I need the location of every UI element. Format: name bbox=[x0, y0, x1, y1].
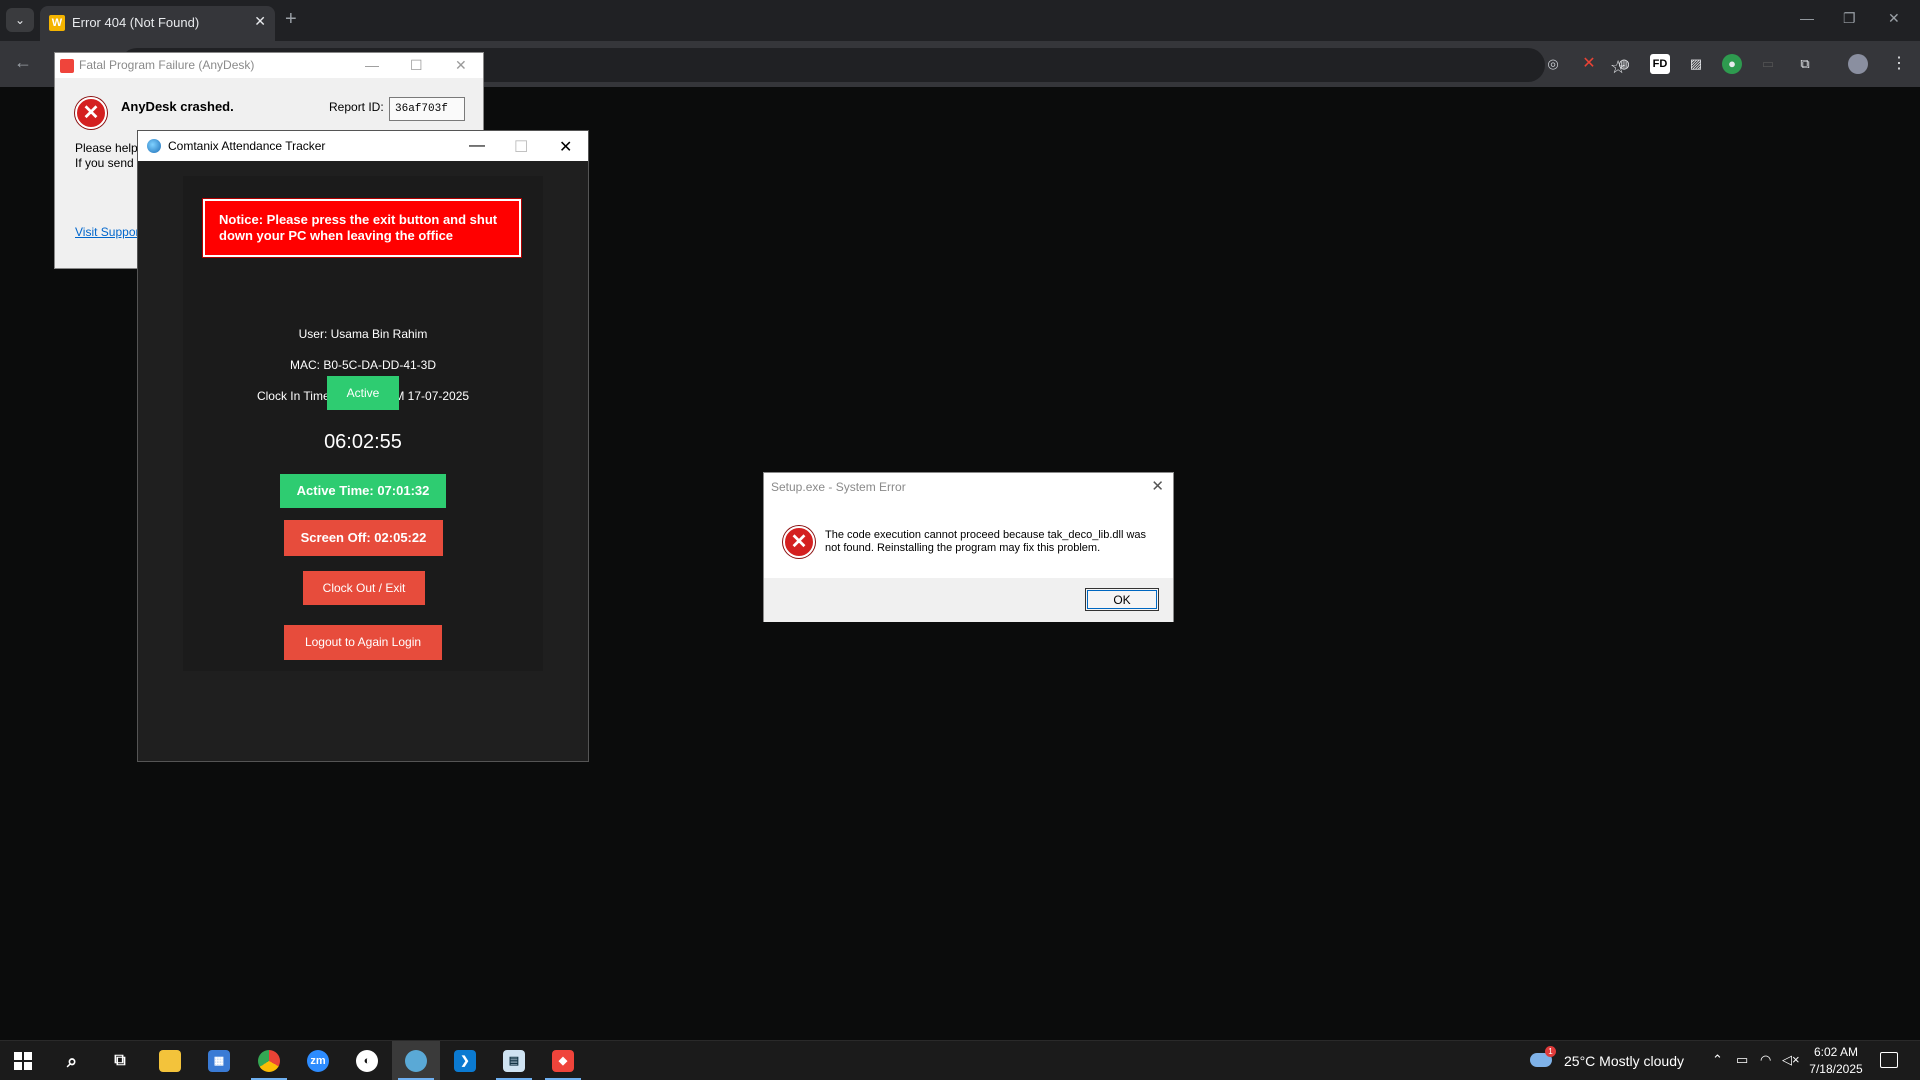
taskbar-time[interactable]: 6:02 AM bbox=[1806, 1045, 1866, 1059]
tab-title: Error 404 (Not Found) bbox=[72, 15, 200, 30]
x-extension-icon[interactable]: ✕ bbox=[1579, 54, 1599, 74]
anydesk-help-text: Please help bbox=[75, 141, 138, 155]
profile-avatar[interactable] bbox=[1848, 54, 1868, 74]
system-error-footer: OK bbox=[764, 578, 1173, 622]
browser-tabstrip: ⌄ W Error 404 (Not Found) ✕ + — ❐ ✕ bbox=[0, 0, 1920, 41]
status-badge: Active bbox=[327, 376, 399, 410]
error-icon: ✕ bbox=[783, 526, 815, 558]
system-error-dialog: Setup.exe - System Error ✕ ✕ The code ex… bbox=[763, 472, 1174, 622]
anydesk-crash-heading: AnyDesk crashed. bbox=[121, 99, 234, 114]
user-label: User: Usama Bin Rahim bbox=[298, 327, 428, 341]
leaf-app-icon: ◐ bbox=[356, 1050, 378, 1072]
attendance-tracker-window: Comtanix Attendance Tracker — ☐ ✕ Notice… bbox=[137, 130, 589, 762]
start-button[interactable] bbox=[0, 1041, 48, 1080]
report-id-field[interactable]: 36af703f bbox=[389, 97, 465, 121]
tracker-panel: Notice: Please press the exit button and… bbox=[183, 176, 543, 671]
screen-off-badge: Screen Off: 02:05:22 bbox=[284, 520, 443, 556]
notification-center-icon[interactable] bbox=[1880, 1052, 1898, 1068]
restore-icon[interactable]: ❐ bbox=[1843, 10, 1856, 27]
system-error-title: Setup.exe - System Error bbox=[771, 480, 906, 494]
wifi-icon[interactable]: ◠ bbox=[1760, 1052, 1771, 1068]
error-icon: ✕ bbox=[75, 97, 107, 129]
notice-banner: Notice: Please press the exit button and… bbox=[202, 198, 522, 258]
cast-extension-icon[interactable]: ▭ bbox=[1758, 54, 1778, 74]
image-extension-icon[interactable]: ▨ bbox=[1686, 54, 1706, 74]
globe-extension-icon[interactable]: ◍ bbox=[1614, 54, 1634, 74]
tracker-close-icon[interactable]: ✕ bbox=[559, 137, 572, 157]
battery-icon[interactable]: ▭ bbox=[1736, 1052, 1748, 1068]
taskbar-vscode[interactable]: ❯ bbox=[441, 1041, 489, 1080]
minimize-icon[interactable]: — bbox=[1800, 10, 1814, 26]
tracker-app-icon bbox=[147, 139, 161, 153]
tab-favicon-icon: W bbox=[49, 15, 65, 31]
taskbar-attendance-tracker[interactable] bbox=[392, 1041, 440, 1080]
chevron-up-icon[interactable]: ⌃ bbox=[1712, 1052, 1723, 1068]
close-window-icon[interactable]: ✕ bbox=[1888, 10, 1900, 27]
active-time-badge: Active Time: 07:01:32 bbox=[280, 474, 446, 508]
task-view-icon: ⧉ bbox=[114, 1052, 126, 1069]
tab-close-icon[interactable]: ✕ bbox=[254, 13, 266, 30]
green-extension-icon[interactable]: ● bbox=[1722, 54, 1742, 74]
weather-notification-badge: 1 bbox=[1545, 1046, 1556, 1057]
taskbar-setup-app[interactable]: ▤ bbox=[490, 1041, 538, 1080]
back-arrow-icon[interactable]: ← bbox=[14, 52, 32, 73]
window-app-icon: ▤ bbox=[503, 1050, 525, 1072]
ok-button[interactable]: OK bbox=[1085, 588, 1159, 611]
taskbar-anydesk[interactable]: ◆ bbox=[539, 1041, 587, 1080]
taskbar-zoom[interactable]: zm bbox=[294, 1041, 342, 1080]
anydesk-app-icon bbox=[60, 59, 74, 73]
chrome-menu-icon[interactable]: ⋮ bbox=[1889, 54, 1909, 74]
incognito-extension-icon[interactable]: ◎ bbox=[1543, 54, 1563, 74]
anydesk-window-title: Fatal Program Failure (AnyDesk) bbox=[79, 58, 255, 72]
tab-search-button[interactable]: ⌄ bbox=[6, 8, 34, 32]
anydesk-icon: ◆ bbox=[552, 1050, 574, 1072]
mac-label: MAC: B0-5C-DA-DD-41-3D bbox=[289, 358, 437, 372]
chrome-icon bbox=[258, 1050, 280, 1072]
fd-extension-icon[interactable]: FD bbox=[1650, 54, 1670, 74]
taskbar-search[interactable]: ⌕ bbox=[48, 1041, 96, 1080]
store-icon: ▦ bbox=[208, 1050, 230, 1072]
anydesk-minimize-icon[interactable]: — bbox=[365, 57, 379, 73]
anydesk-close-icon[interactable]: ✕ bbox=[455, 57, 467, 74]
search-icon: ⌕ bbox=[66, 1051, 78, 1071]
taskbar: ⌕ ⧉ ▦ zm ◐ ❯ ▤ ◆ 1 25°C Mostly cloudy ⌃ … bbox=[0, 1040, 1920, 1080]
weather-text[interactable]: 25°C Mostly cloudy bbox=[1564, 1053, 1684, 1069]
anydesk-titlebar[interactable]: Fatal Program Failure (AnyDesk) — ☐ ✕ bbox=[55, 53, 483, 78]
browser-tab-active[interactable]: W Error 404 (Not Found) ✕ bbox=[40, 6, 275, 41]
clock-out-exit-button[interactable]: Clock Out / Exit bbox=[303, 571, 425, 605]
current-clock: 06:02:55 bbox=[324, 431, 402, 453]
extensions-puzzle-icon[interactable]: ⧉ bbox=[1795, 54, 1815, 74]
tracker-maximize-icon[interactable]: ☐ bbox=[514, 137, 528, 157]
vscode-icon: ❯ bbox=[454, 1050, 476, 1072]
zoom-icon: zm bbox=[307, 1050, 329, 1072]
folder-icon bbox=[159, 1050, 181, 1072]
task-view-button[interactable]: ⧉ bbox=[96, 1041, 144, 1080]
report-id-label: Report ID: bbox=[329, 100, 384, 114]
logout-again-login-button[interactable]: Logout to Again Login bbox=[284, 625, 442, 660]
taskbar-date[interactable]: 7/18/2025 bbox=[1806, 1062, 1866, 1076]
taskbar-chrome[interactable] bbox=[245, 1041, 293, 1080]
anydesk-send-text: If you send bbox=[75, 156, 134, 170]
windows-start-icon bbox=[14, 1052, 32, 1070]
tracker-window-title: Comtanix Attendance Tracker bbox=[168, 139, 326, 153]
system-error-message: The code execution cannot proceed becaus… bbox=[825, 529, 1147, 554]
volume-muted-icon[interactable]: ◁× bbox=[1782, 1052, 1800, 1068]
system-error-close-icon[interactable]: ✕ bbox=[1151, 477, 1164, 495]
anydesk-maximize-icon[interactable]: ☐ bbox=[410, 57, 423, 74]
tracker-minimize-icon[interactable]: — bbox=[469, 137, 485, 155]
new-tab-button[interactable]: + bbox=[285, 8, 297, 31]
taskbar-store[interactable]: ▦ bbox=[195, 1041, 243, 1080]
visit-support-link[interactable]: Visit Suppor bbox=[75, 225, 139, 239]
taskbar-app-leaf[interactable]: ◐ bbox=[343, 1041, 391, 1080]
attendance-tracker-icon bbox=[405, 1050, 427, 1072]
taskbar-file-explorer[interactable] bbox=[146, 1041, 194, 1080]
tracker-titlebar[interactable]: Comtanix Attendance Tracker — ☐ ✕ bbox=[138, 131, 588, 161]
